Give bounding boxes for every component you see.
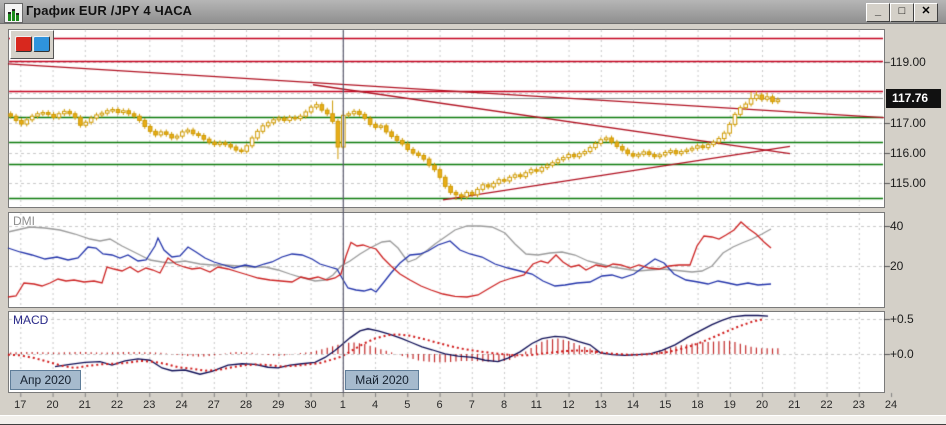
- current-price-tag: 117.76: [886, 89, 941, 108]
- month-box: Май 2020: [345, 370, 419, 390]
- date-label: 20: [756, 399, 768, 411]
- date-label: 19: [724, 399, 736, 411]
- date-label: 15: [659, 399, 671, 411]
- date-label: 23: [853, 399, 865, 411]
- macd-label: MACD: [13, 313, 48, 327]
- window-title: График EUR /JPY 4 ЧАСА: [26, 3, 192, 18]
- date-label: 4: [372, 399, 378, 411]
- y-axis-tick-label: 116.00: [890, 146, 926, 160]
- date-label: 24: [175, 399, 187, 411]
- chart-window: График EUR /JPY 4 ЧАСА _ □ ✕ DMI MACD 11…: [0, 0, 946, 425]
- date-label: 7: [469, 399, 475, 411]
- macd-panel[interactable]: [8, 311, 885, 393]
- month-box: Апр 2020: [10, 370, 81, 390]
- y-axis-tick-label: 117.00: [890, 116, 926, 130]
- candlestick-chart-icon: [4, 3, 23, 23]
- date-label: 21: [79, 399, 91, 411]
- date-label: 5: [404, 399, 410, 411]
- y-axis-tick-label: 20: [890, 259, 903, 273]
- date-label: 12: [562, 399, 574, 411]
- date-label: 11: [531, 399, 542, 411]
- y-axis-tick-label: +0.0: [890, 347, 914, 361]
- date-label: 28: [240, 399, 252, 411]
- close-button[interactable]: ✕: [914, 3, 938, 22]
- date-label: 27: [208, 399, 220, 411]
- date-label: 6: [436, 399, 442, 411]
- date-label: 18: [691, 399, 703, 411]
- chart-mini-toolbar: [10, 30, 54, 59]
- date-label: 23: [143, 399, 155, 411]
- date-label: 1: [340, 399, 346, 411]
- date-label: 8: [501, 399, 507, 411]
- y-axis-tick-label: 119.00: [890, 55, 926, 69]
- date-label: 30: [304, 399, 316, 411]
- maximize-button[interactable]: □: [890, 3, 914, 22]
- date-label: 21: [788, 399, 800, 411]
- date-label: 29: [272, 399, 284, 411]
- date-label: 13: [595, 399, 607, 411]
- date-label: 17: [14, 399, 26, 411]
- y-axis-tick-label: +0.5: [890, 312, 914, 326]
- date-label: 20: [46, 399, 58, 411]
- date-label: 14: [627, 399, 639, 411]
- minimize-button[interactable]: _: [866, 3, 890, 22]
- date-label: 22: [111, 399, 123, 411]
- blue-marker-button[interactable]: [33, 36, 50, 52]
- dmi-label: DMI: [13, 214, 35, 228]
- y-axis-tick-label: 40: [890, 219, 903, 233]
- date-label: 22: [820, 399, 832, 411]
- y-axis-tick-label: 115.00: [890, 176, 926, 190]
- date-label: 24: [885, 399, 897, 411]
- red-marker-button[interactable]: [15, 36, 32, 52]
- dmi-panel[interactable]: [8, 212, 885, 308]
- title-bar[interactable]: График EUR /JPY 4 ЧАСА _ □ ✕: [0, 0, 946, 24]
- price-panel[interactable]: [8, 29, 885, 208]
